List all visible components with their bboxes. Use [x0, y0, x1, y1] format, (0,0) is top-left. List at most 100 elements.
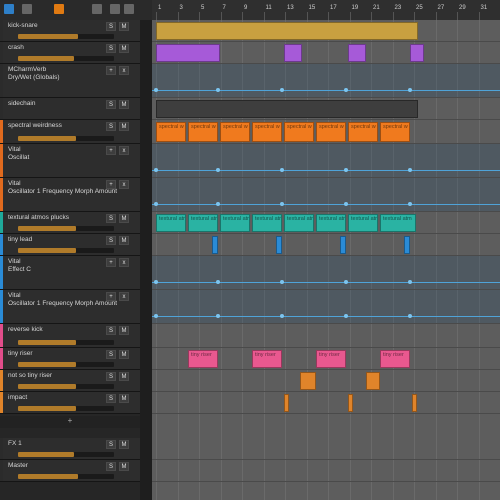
clip-spectral-weirdness[interactable]: spectral w	[380, 122, 410, 142]
clip-spectral-weirdness[interactable]: spectral w	[348, 122, 378, 142]
track-header-tiny-lead[interactable]: tiny lead S M	[0, 234, 140, 256]
clip-tiny-riser[interactable]: tiny riser	[188, 350, 218, 368]
track-header-reverse-kick[interactable]: reverse kick S M	[0, 324, 140, 348]
track-header-kick-snare[interactable]: kick-snare S M	[0, 20, 140, 42]
automation-line[interactable]	[152, 282, 500, 283]
automation-point[interactable]	[408, 280, 412, 284]
clip-tiny-riser[interactable]: tiny riser	[380, 350, 410, 368]
volume-fader[interactable]	[18, 226, 114, 231]
solo-button[interactable]: S	[106, 394, 116, 403]
clip-tiny-riser[interactable]: tiny riser	[252, 350, 282, 368]
solo-button[interactable]: S	[106, 236, 116, 245]
automation-point[interactable]	[408, 88, 412, 92]
volume-fader[interactable]	[18, 384, 114, 389]
automation-point[interactable]	[408, 168, 412, 172]
clip-tiny-lead[interactable]	[276, 236, 282, 254]
volume-fader[interactable]	[18, 136, 114, 141]
clip-textural-atmos-plucks[interactable]: textural atm	[220, 214, 250, 232]
clip-spectral-weirdness[interactable]: spectral w	[284, 122, 314, 142]
automation-line[interactable]	[152, 170, 500, 171]
solo-button[interactable]: S	[106, 350, 116, 359]
track-header-mcharmverb[interactable]: MCharmVerb Dry/Wet (Globals) + x	[0, 64, 140, 98]
automation-point[interactable]	[216, 202, 220, 206]
automation-point[interactable]	[280, 88, 284, 92]
clip-view-icon[interactable]	[54, 4, 64, 14]
lane-master[interactable]	[152, 460, 500, 482]
solo-button[interactable]: S	[106, 100, 116, 109]
automation-point[interactable]	[408, 202, 412, 206]
automation-point[interactable]	[154, 314, 158, 318]
clip-spectral-weirdness[interactable]: spectral w	[316, 122, 346, 142]
clip-textural-atmos-plucks[interactable]: textural atm	[284, 214, 314, 232]
clip-tiny-lead[interactable]	[404, 236, 410, 254]
clip-textural-atmos-plucks[interactable]: textural atm	[380, 214, 416, 232]
timeline-ruler[interactable]: 13579111315171921232527293133	[152, 0, 500, 20]
automation-line[interactable]	[152, 90, 500, 91]
automation-point[interactable]	[280, 314, 284, 318]
volume-fader[interactable]	[18, 474, 114, 479]
mute-button[interactable]: M	[119, 214, 129, 223]
grid-icon[interactable]	[22, 4, 32, 14]
automation-line[interactable]	[152, 204, 500, 205]
lane-reverse-kick[interactable]	[152, 324, 500, 348]
clip-tiny-riser[interactable]: tiny riser	[316, 350, 346, 368]
track-header-vital-effect-c[interactable]: Vital Effect C + x	[0, 256, 140, 290]
solo-button[interactable]: S	[106, 372, 116, 381]
clip-textural-atmos-plucks[interactable]: textural atm	[252, 214, 282, 232]
clip-impact[interactable]	[284, 394, 289, 412]
mute-button[interactable]: M	[119, 100, 129, 109]
automation-line[interactable]	[152, 316, 500, 317]
snap-icon[interactable]	[110, 4, 120, 14]
volume-fader[interactable]	[18, 452, 114, 457]
clip-crash[interactable]	[284, 44, 302, 62]
clip-tiny-lead[interactable]	[212, 236, 218, 254]
pointer-icon[interactable]	[4, 4, 14, 14]
mute-button[interactable]: M	[119, 326, 129, 335]
mute-button[interactable]: M	[119, 440, 129, 449]
mute-button[interactable]: M	[119, 350, 129, 359]
clip-textural-atmos-plucks[interactable]: textural atm	[188, 214, 218, 232]
automation-point[interactable]	[216, 280, 220, 284]
lane-vital-effect-c[interactable]	[152, 256, 500, 290]
track-header-impact[interactable]: impact S M	[0, 392, 140, 414]
clip-impact[interactable]	[412, 394, 417, 412]
solo-button[interactable]: S	[106, 462, 116, 471]
automation-point[interactable]	[280, 202, 284, 206]
track-header-tiny-riser[interactable]: tiny riser S M	[0, 348, 140, 370]
panel-divider[interactable]	[140, 20, 152, 500]
solo-button[interactable]: S	[106, 326, 116, 335]
automation-point[interactable]	[344, 202, 348, 206]
clip-textural-atmos-plucks[interactable]: textural atm	[156, 214, 186, 232]
automation-point[interactable]	[154, 280, 158, 284]
add-automation-button[interactable]: +	[106, 180, 116, 189]
volume-fader[interactable]	[18, 340, 114, 345]
clip-not-so-tiny-riser[interactable]	[366, 372, 380, 390]
clip-crash[interactable]	[156, 44, 220, 62]
automation-point[interactable]	[154, 202, 158, 206]
automation-point[interactable]	[154, 168, 158, 172]
automation-point[interactable]	[280, 280, 284, 284]
clip-spectral-weirdness[interactable]: spectral w	[188, 122, 218, 142]
clip-crash[interactable]	[410, 44, 424, 62]
solo-button[interactable]: S	[106, 22, 116, 31]
automation-point[interactable]	[216, 168, 220, 172]
clip-textural-atmos-plucks[interactable]: textural atm	[316, 214, 346, 232]
volume-fader[interactable]	[18, 34, 114, 39]
close-automation-button[interactable]: x	[119, 146, 129, 155]
cursor-icon[interactable]	[124, 4, 134, 14]
volume-fader[interactable]	[18, 406, 114, 411]
automation-point[interactable]	[344, 168, 348, 172]
lane-impact[interactable]	[152, 392, 500, 414]
add-automation-button[interactable]: +	[106, 66, 116, 75]
lane-tiny-lead[interactable]	[152, 234, 500, 256]
track-header-fx1[interactable]: FX 1 SM	[0, 438, 140, 460]
mute-button[interactable]: M	[119, 44, 129, 53]
lane-fx1[interactable]	[152, 438, 500, 460]
add-automation-button[interactable]: +	[106, 292, 116, 301]
clip-textural-atmos-plucks[interactable]: textural atm	[348, 214, 378, 232]
automation-point[interactable]	[216, 88, 220, 92]
clip-not-so-tiny-riser[interactable]	[300, 372, 316, 390]
clip-spectral-weirdness[interactable]: spectral w	[156, 122, 186, 142]
track-header-master[interactable]: Master S M	[0, 460, 140, 482]
lane-mcharmverb[interactable]	[152, 64, 500, 98]
